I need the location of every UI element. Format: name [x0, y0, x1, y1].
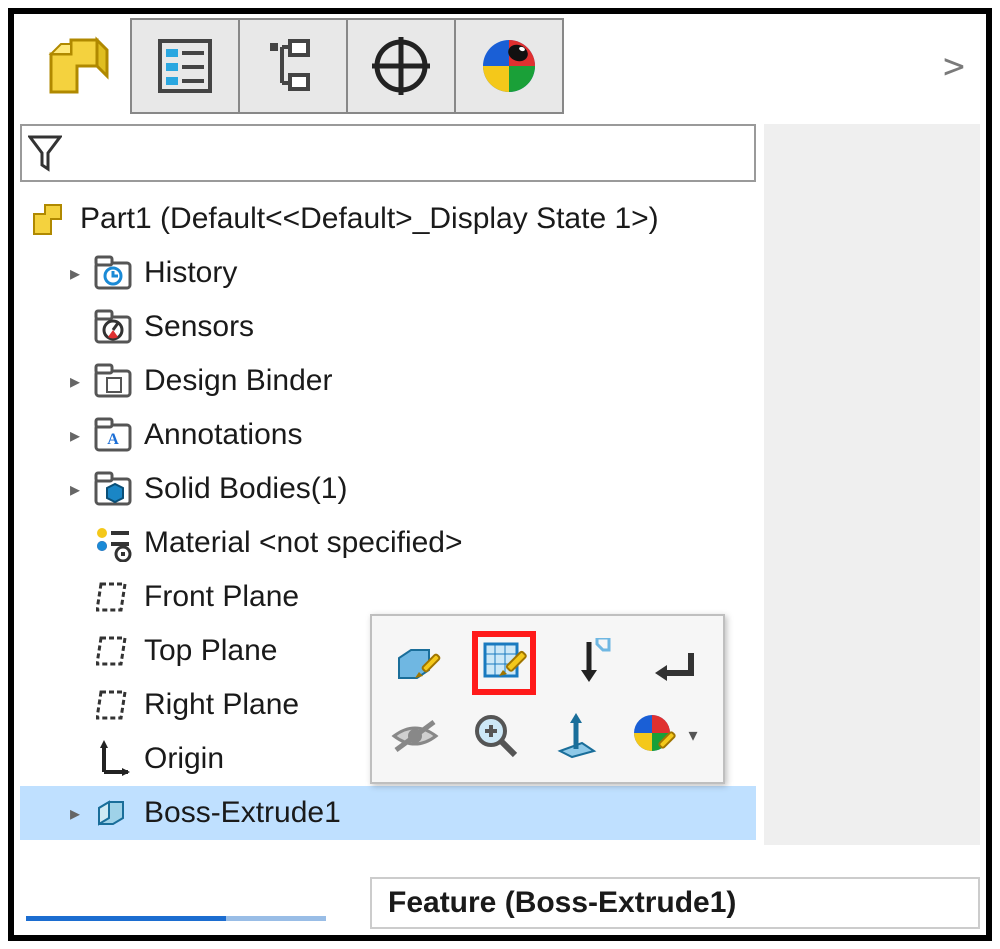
expander-icon[interactable]: ▸	[64, 369, 86, 394]
tree-root-label: Part1 (Default<<Default>_Display State 1…	[80, 202, 659, 236]
tree-item-label: Right Plane	[144, 688, 299, 722]
property-manager-icon	[154, 35, 216, 97]
expander-icon[interactable]: ▸	[64, 477, 86, 502]
tree-item-boss-extrude[interactable]: ▸ Boss-Extrude1	[20, 786, 756, 840]
tab-property-manager[interactable]	[130, 18, 240, 114]
plane-icon	[90, 685, 136, 725]
part-icon	[26, 199, 72, 239]
part-icon	[41, 30, 113, 102]
hide-button[interactable]	[390, 708, 441, 764]
tree-item-label: Annotations	[144, 418, 302, 452]
tree-item-label: History	[144, 256, 237, 290]
tree-item-design-binder[interactable]: ▸ Design Binder	[20, 354, 756, 408]
tree-item-solid-bodies[interactable]: ▸ Solid Bodies(1)	[20, 462, 756, 516]
tab-feature-manager[interactable]	[22, 18, 132, 114]
sensors-folder-icon	[90, 307, 136, 347]
suppress-button[interactable]	[562, 635, 618, 691]
tree-item-label: Material <not specified>	[144, 526, 463, 560]
tab-overflow-button[interactable]: >	[934, 18, 974, 114]
tree-item-sensors[interactable]: ▸ Sensors	[20, 300, 756, 354]
normal-to-button[interactable]	[552, 708, 603, 764]
svg-text:A: A	[107, 431, 119, 448]
context-tooltip: Feature (Boss-Extrude1)	[370, 877, 980, 929]
solid-bodies-folder-icon	[90, 469, 136, 509]
tree-item-annotations[interactable]: ▸ A Annotations	[20, 408, 756, 462]
tree-item-label: Origin	[144, 742, 224, 776]
feature-tree: Part1 (Default<<Default>_Display State 1…	[20, 192, 756, 925]
zoom-to-selection-button[interactable]	[471, 708, 522, 764]
suppress-icon	[565, 638, 615, 688]
plane-icon	[90, 631, 136, 671]
dropdown-caret-icon: ▾	[688, 725, 697, 746]
appearances-icon	[632, 713, 678, 759]
feature-manager-panel: > Part1 (Default<<Default>_Display State…	[8, 8, 992, 941]
tree-item-history[interactable]: ▸ History	[20, 246, 756, 300]
expander-icon[interactable]: ▸	[64, 423, 86, 448]
tab-configuration-manager[interactable]	[238, 18, 348, 114]
edit-sketch-button[interactable]	[476, 635, 532, 691]
plane-icon	[90, 577, 136, 617]
tree-item-label: Design Binder	[144, 364, 332, 398]
dimxpert-icon	[370, 35, 432, 97]
folder-icon	[90, 361, 136, 401]
filter-input[interactable]	[20, 124, 756, 182]
normal-to-icon	[552, 711, 602, 761]
appearances-button[interactable]: ▾	[632, 708, 705, 764]
edit-feature-icon	[393, 638, 443, 688]
expander-icon[interactable]: ▸	[64, 261, 86, 286]
tab-display-manager[interactable]	[454, 18, 564, 114]
history-folder-icon	[90, 253, 136, 293]
configuration-manager-icon	[262, 35, 324, 97]
annotations-folder-icon: A	[90, 415, 136, 455]
context-toolbar: ▾	[370, 614, 725, 784]
edit-sketch-icon	[479, 638, 529, 688]
rollback-button[interactable]	[648, 635, 704, 691]
rollback-icon	[653, 643, 699, 683]
hide-icon	[390, 718, 440, 754]
material-icon	[90, 523, 136, 563]
context-tooltip-text: Feature (Boss-Extrude1)	[388, 886, 736, 920]
expander-icon[interactable]: ▸	[64, 801, 86, 826]
origin-icon	[90, 739, 136, 779]
zoom-icon	[471, 711, 521, 761]
tree-item-label: Boss-Extrude1	[144, 796, 341, 830]
tab-dimxpert-manager[interactable]	[346, 18, 456, 114]
tree-item-label: Top Plane	[144, 634, 277, 668]
panel-tabstrip: >	[22, 18, 974, 122]
graphics-area-sliver	[764, 124, 980, 845]
tree-item-label: Front Plane	[144, 580, 299, 614]
tree-item-label: Solid Bodies(1)	[144, 472, 347, 506]
edit-feature-button[interactable]	[390, 635, 446, 691]
tree-root[interactable]: Part1 (Default<<Default>_Display State 1…	[20, 192, 756, 246]
tree-item-material[interactable]: ▸ Material <not specified>	[20, 516, 756, 570]
display-manager-icon	[478, 35, 540, 97]
tree-item-label: Sensors	[144, 310, 254, 344]
extrude-icon	[90, 793, 136, 833]
funnel-icon	[28, 133, 62, 173]
